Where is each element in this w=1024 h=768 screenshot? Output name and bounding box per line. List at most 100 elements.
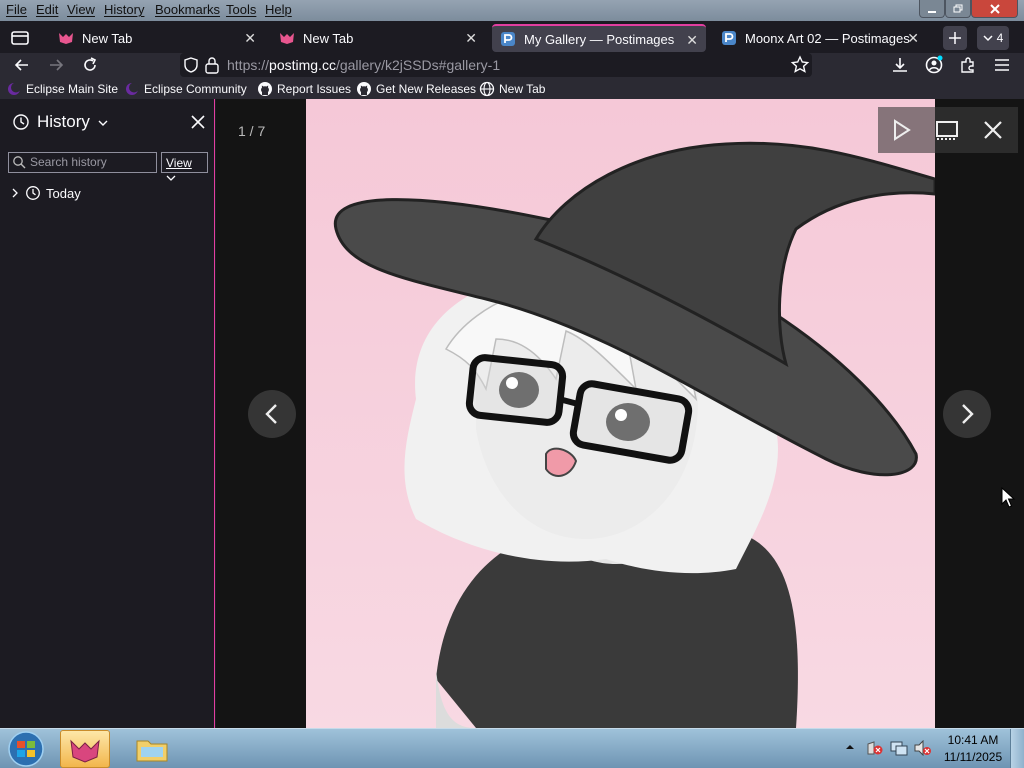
start-button[interactable] bbox=[6, 730, 46, 768]
url-path: /gallery/k2jSSDs#gallery-1 bbox=[335, 57, 501, 73]
eclipse-tab-icon bbox=[280, 33, 294, 44]
show-desktop-button[interactable] bbox=[1010, 729, 1024, 768]
url-text[interactable]: https://postimg.cc/gallery/k2jSSDs#galle… bbox=[227, 57, 500, 73]
globe-icon bbox=[479, 81, 495, 97]
fullscreen-icon bbox=[936, 121, 958, 140]
bookmark-report-issues[interactable]: Report Issues bbox=[257, 81, 351, 97]
menu-help[interactable]: Help bbox=[265, 2, 292, 17]
download-icon bbox=[893, 58, 907, 72]
downloads-button[interactable] bbox=[890, 55, 910, 75]
close-icon bbox=[989, 3, 1000, 14]
postimages-tab-icon bbox=[722, 31, 736, 45]
tab-title: My Gallery — Postimages bbox=[524, 31, 675, 47]
expand-chevron-icon[interactable] bbox=[10, 187, 20, 199]
plus-icon bbox=[949, 32, 961, 44]
lock-icon bbox=[205, 57, 219, 74]
bookmark-new-tab[interactable]: New Tab bbox=[479, 81, 545, 97]
extensions-button[interactable] bbox=[958, 55, 978, 75]
fullscreen-button[interactable] bbox=[935, 118, 959, 142]
tab-title: Moonx Art 02 — Postimages bbox=[745, 30, 910, 46]
bookmark-label: New Tab bbox=[499, 82, 546, 96]
forward-button[interactable] bbox=[46, 55, 66, 75]
close-tab-icon[interactable]: ✕ bbox=[465, 30, 477, 47]
menu-tools[interactable]: Tools bbox=[226, 2, 256, 17]
bookmark-eclipse-main-site[interactable]: Eclipse Main Site bbox=[6, 81, 118, 97]
history-clock-icon bbox=[12, 113, 30, 131]
reload-button[interactable] bbox=[80, 55, 100, 75]
restore-button[interactable] bbox=[945, 0, 971, 18]
menu-bar: File Edit View History Bookmarks Tools H… bbox=[0, 0, 1024, 21]
minimize-button[interactable] bbox=[919, 0, 945, 18]
star-icon bbox=[790, 55, 810, 73]
mouse-cursor bbox=[1000, 487, 1016, 509]
shield-icon bbox=[184, 57, 198, 73]
close-sidebar-button[interactable] bbox=[189, 113, 207, 131]
view-label: View bbox=[166, 156, 192, 170]
search-placeholder: Search history bbox=[30, 155, 107, 169]
minimize-icon bbox=[928, 10, 936, 13]
account-button[interactable] bbox=[924, 55, 944, 75]
view-options-button[interactable]: View bbox=[161, 152, 208, 181]
github-icon bbox=[357, 82, 371, 96]
puzzle-icon bbox=[961, 57, 974, 73]
bookmark-get-new-releases[interactable]: Get New Releases bbox=[356, 81, 476, 97]
list-all-tabs-button[interactable]: 4 bbox=[977, 26, 1009, 50]
action-center-icon[interactable] bbox=[866, 740, 884, 756]
tab-moonx-art[interactable]: Moonx Art 02 — Postimages ✕ bbox=[713, 24, 927, 52]
new-tab-button[interactable] bbox=[943, 26, 967, 50]
tab-new-tab-1[interactable]: New Tab ✕ bbox=[50, 24, 264, 52]
close-icon bbox=[191, 115, 205, 129]
tab-new-tab-2[interactable]: New Tab ✕ bbox=[271, 24, 485, 52]
bookmark-label: Report Issues bbox=[277, 82, 352, 96]
clock-time[interactable]: 10:41 AM bbox=[945, 733, 1001, 747]
tab-title: New Tab bbox=[82, 30, 133, 46]
close-tab-icon[interactable]: ✕ bbox=[907, 30, 919, 47]
close-icon bbox=[984, 121, 1002, 139]
menu-view[interactable]: View bbox=[67, 2, 95, 17]
chevron-down-icon bbox=[98, 120, 108, 126]
tab-strip: New Tab ✕ New Tab ✕ My Gallery — Postima… bbox=[0, 21, 1024, 53]
reload-icon bbox=[84, 57, 97, 71]
sidebar-title: History bbox=[37, 112, 90, 131]
eclipse-tab-icon bbox=[59, 33, 73, 44]
tracking-protection-icon[interactable] bbox=[182, 56, 200, 74]
close-tab-icon[interactable]: ✕ bbox=[686, 32, 698, 49]
previous-image-button[interactable] bbox=[248, 390, 296, 438]
menu-file[interactable]: File bbox=[6, 2, 27, 17]
chevron-down-icon bbox=[166, 175, 176, 181]
windows-start-icon bbox=[8, 731, 44, 767]
app-menu-button[interactable] bbox=[992, 55, 1012, 75]
bookmark-label: Eclipse Community bbox=[144, 82, 247, 96]
menu-bookmarks[interactable]: Bookmarks bbox=[155, 2, 220, 17]
tab-my-gallery[interactable]: My Gallery — Postimages ✕ bbox=[492, 24, 706, 52]
tab-title: New Tab bbox=[303, 30, 354, 46]
github-icon bbox=[258, 82, 272, 96]
back-button[interactable] bbox=[12, 55, 32, 75]
bookmark-eclipse-community[interactable]: Eclipse Community bbox=[124, 81, 247, 97]
taskbar-file-explorer[interactable] bbox=[128, 730, 176, 768]
history-group-today[interactable]: Today bbox=[46, 186, 81, 201]
taskbar-browser-app[interactable] bbox=[60, 730, 110, 768]
hamburger-icon bbox=[995, 59, 1009, 71]
site-security-icon[interactable] bbox=[204, 56, 220, 74]
clock-date[interactable]: 11/11/2025 bbox=[941, 750, 1005, 764]
bookmark-star-button[interactable] bbox=[790, 55, 810, 75]
url-domain: postimg.cc bbox=[269, 57, 336, 73]
close-window-button[interactable] bbox=[971, 0, 1018, 18]
close-tab-icon[interactable]: ✕ bbox=[244, 30, 256, 47]
close-viewer-button[interactable] bbox=[981, 118, 1005, 142]
account-icon bbox=[925, 55, 943, 74]
show-hidden-icons-button[interactable] bbox=[845, 742, 855, 752]
menu-edit[interactable]: Edit bbox=[36, 2, 58, 17]
sidebar-switcher[interactable]: History bbox=[37, 112, 108, 132]
restore-icon bbox=[953, 4, 963, 12]
firefox-view-button[interactable] bbox=[8, 26, 32, 50]
eclipse-moon-icon bbox=[8, 82, 21, 95]
eclipse-moon-icon bbox=[126, 82, 139, 95]
postimages-tab-icon bbox=[501, 32, 515, 46]
next-image-button[interactable] bbox=[943, 390, 991, 438]
network-icon[interactable] bbox=[890, 740, 908, 756]
volume-muted-icon[interactable] bbox=[914, 740, 932, 756]
slideshow-play-button[interactable] bbox=[889, 118, 913, 142]
menu-history[interactable]: History bbox=[104, 2, 144, 17]
